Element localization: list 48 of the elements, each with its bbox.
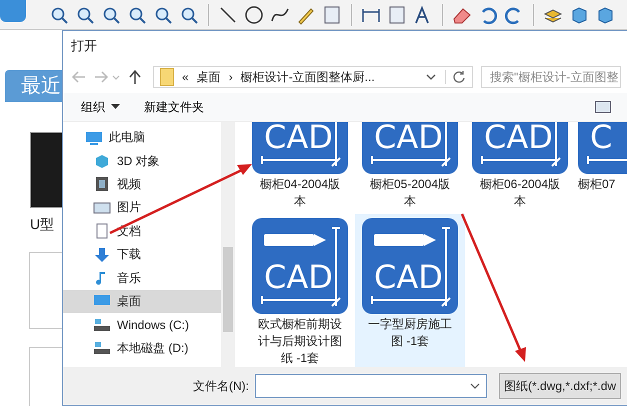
file-item[interactable]: CAD 欧式橱柜前期设计与后期设计图纸 -1套 — [245, 214, 355, 367]
address-bar[interactable]: « 桌面 › 橱柜设计-立面图整体厨... — [153, 66, 473, 88]
download-icon — [93, 246, 111, 263]
chevron-down-icon[interactable] — [470, 382, 480, 390]
cad-file-icon: CAD — [252, 122, 348, 174]
path-segment[interactable]: 桌面 — [196, 68, 221, 86]
file-type-dropdown[interactable]: 图纸(*.dwg,*.dxf;*.dw — [499, 373, 622, 399]
sidebar-item[interactable]: 视频 — [63, 172, 221, 196]
sidebar-item[interactable]: 3D 对象 — [63, 149, 221, 173]
file-item[interactable]: CAD 橱柜06-2004版本 — [465, 122, 575, 214]
app-logo-icon — [0, 0, 26, 22]
computer-icon — [85, 130, 103, 146]
path-overflow[interactable]: « — [182, 70, 189, 84]
sidebar-item[interactable]: 本地磁盘 (D:) — [63, 336, 221, 360]
sidebar-item[interactable]: 此电脑 — [63, 126, 221, 150]
sidebar-item[interactable]: Windows (C:) — [63, 313, 221, 337]
file-item[interactable]: CAD 橱柜05-2004版本 — [355, 122, 465, 214]
cube-icon — [93, 153, 111, 170]
sidebar-item[interactable]: 下载 — [63, 242, 221, 266]
scrollbar[interactable] — [221, 122, 235, 367]
command-button[interactable]: 新建文件夹 — [142, 96, 206, 118]
file-name: U型 — [30, 216, 54, 234]
cad-file-icon: CAD — [252, 218, 348, 314]
sidebar-item[interactable]: 音乐 — [63, 266, 221, 290]
cad-file-icon: CAD — [362, 218, 458, 314]
file-name-field[interactable] — [255, 374, 487, 398]
window-title: 打开 — [70, 37, 98, 55]
cad-file-icon: CAD — [362, 122, 458, 174]
file-item[interactable]: C 橱柜07 — [575, 122, 627, 214]
cad-file-icon: C — [578, 122, 627, 174]
film-icon — [93, 176, 111, 192]
file-item[interactable]: CAD 橱柜04-2004版本 — [245, 122, 355, 214]
path-separator: › — [228, 70, 233, 84]
drive-icon — [93, 340, 111, 356]
search-field[interactable]: 搜索"橱柜设计-立面图整 — [481, 66, 621, 88]
cad-file-icon: CAD — [472, 122, 568, 174]
sidebar-item[interactable]: 桌面 — [63, 290, 221, 314]
path-segment[interactable]: 橱柜设计-立面图整体厨... — [240, 68, 375, 86]
sidebar-item[interactable]: 图片 — [63, 196, 221, 220]
file-item[interactable]: CAD 一字型厨房施工图 -1套 — [355, 214, 465, 367]
drive-icon — [93, 316, 111, 333]
view-icon[interactable] — [595, 101, 611, 113]
up-arrow-icon[interactable] — [127, 69, 143, 85]
command-button[interactable]: 组织 — [79, 96, 122, 118]
picture-icon — [93, 200, 111, 216]
circle-icon[interactable] — [243, 4, 265, 26]
file-name-label: 文件名(N): — [193, 378, 249, 394]
folder-icon — [160, 68, 174, 86]
